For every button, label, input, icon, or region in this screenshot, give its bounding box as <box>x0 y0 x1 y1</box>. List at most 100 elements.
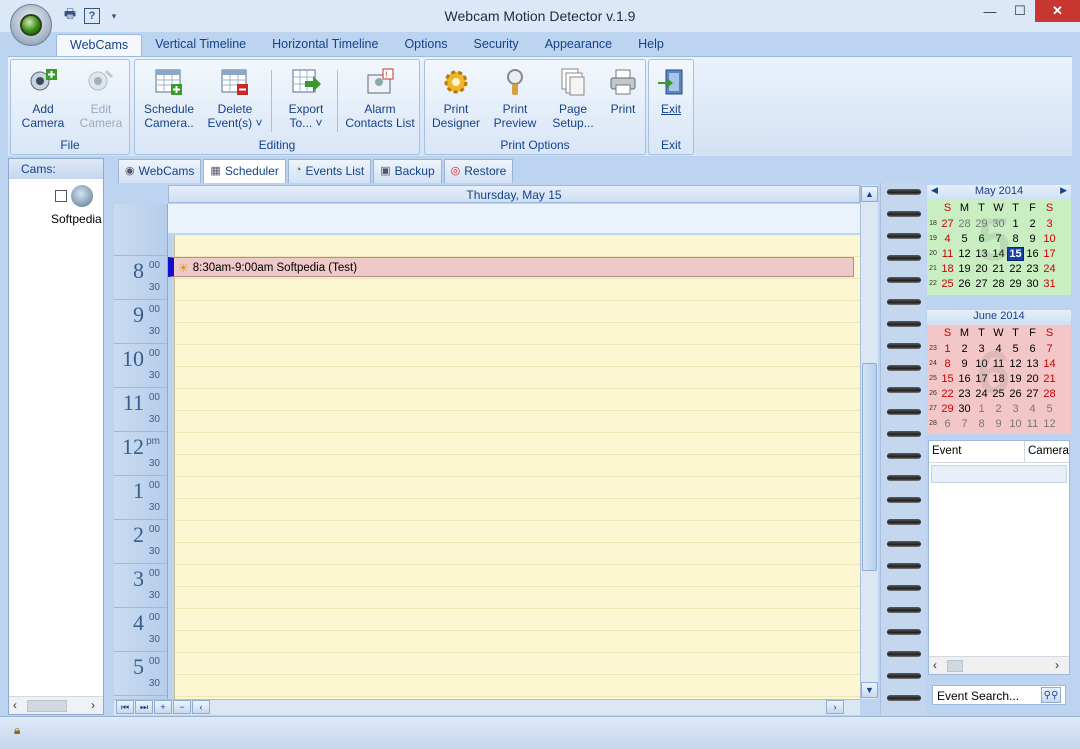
prev-month-icon[interactable]: ◀ <box>931 185 938 196</box>
calendar-day[interactable]: 4 <box>939 233 956 245</box>
camera-name[interactable]: Softpedia <box>51 212 102 226</box>
events-list-row[interactable] <box>931 465 1067 483</box>
app-orb-button[interactable] <box>10 4 52 46</box>
cams-horizontal-scrollbar[interactable]: ‹ › <box>9 696 103 714</box>
next-month-icon[interactable]: ▶ <box>1060 185 1067 196</box>
events-horizontal-scrollbar[interactable]: ‹ › <box>929 656 1069 674</box>
calendar-day[interactable]: 8 <box>973 418 990 430</box>
tab-vertical-timeline[interactable]: Vertical Timeline <box>142 34 259 56</box>
calendar-day[interactable]: 5 <box>1041 403 1058 415</box>
tab-horizontal-timeline[interactable]: Horizontal Timeline <box>259 34 391 56</box>
next-icon[interactable]: ⏭ <box>135 700 153 714</box>
scroll-thumb[interactable] <box>27 700 67 712</box>
schedule-camera-button[interactable]: Schedule Camera.. <box>139 66 199 134</box>
calendar-day[interactable]: 16 <box>956 373 973 385</box>
calendar-day[interactable]: 18 <box>939 263 956 275</box>
scroll-up-icon[interactable]: ▲ <box>861 186 878 202</box>
scroll-right-icon[interactable]: › <box>1055 658 1059 672</box>
calendar-day[interactable]: 23 <box>956 388 973 400</box>
edit-camera-button[interactable]: Edit Camera <box>73 66 129 134</box>
calendar-day[interactable]: 1 <box>973 403 990 415</box>
calendar-day[interactable]: 9 <box>990 418 1007 430</box>
calendar-day[interactable]: 22 <box>939 388 956 400</box>
calendar-day[interactable]: 22 <box>1007 263 1024 275</box>
view-tab-restore[interactable]: ◎ Restore <box>443 159 514 183</box>
calendar-day[interactable]: 5 <box>956 233 973 245</box>
calendar-day[interactable]: 7 <box>956 418 973 430</box>
calendar-day[interactable]: 7 <box>990 233 1007 245</box>
tab-options[interactable]: Options <box>391 34 460 56</box>
scroll-left-icon[interactable]: ‹ <box>13 698 17 712</box>
first-icon[interactable]: ⏮ <box>116 700 134 714</box>
minimize-button[interactable]: — <box>975 0 1005 22</box>
calendar-day[interactable]: 30 <box>1024 278 1041 290</box>
tab-security[interactable]: Security <box>461 34 532 56</box>
calendar-day[interactable]: 29 <box>1007 278 1024 290</box>
print-preview-button[interactable]: Print Preview <box>487 66 543 134</box>
maximize-button[interactable]: ☐ <box>1005 0 1035 22</box>
add-icon[interactable]: + <box>154 700 172 714</box>
calendar-day[interactable]: 24 <box>973 388 990 400</box>
calendar-day[interactable]: 31 <box>1041 278 1058 290</box>
calendar-day[interactable]: 12 <box>1041 418 1058 430</box>
calendar-day[interactable]: 7 <box>1041 343 1058 355</box>
scroll-left-icon[interactable]: ‹ <box>933 658 937 672</box>
calendar-day[interactable]: 27 <box>939 218 956 230</box>
calendar-day[interactable]: 3 <box>973 343 990 355</box>
column-camera[interactable]: Camera <box>1025 441 1069 463</box>
export-button[interactable]: Export To... ˅ <box>277 66 335 134</box>
calendar-day[interactable]: 6 <box>939 418 956 430</box>
calendar-day[interactable]: 10 <box>1041 233 1058 245</box>
calendar-day[interactable]: 28 <box>990 278 1007 290</box>
alarm-contacts-button[interactable]: ! Alarm Contacts List <box>341 66 419 134</box>
scroll-down-icon[interactable]: ▼ <box>861 682 878 698</box>
calendar-day[interactable]: 25 <box>939 278 956 290</box>
print-designer-button[interactable]: Print Designer <box>427 66 485 134</box>
camera-checkbox[interactable] <box>55 190 67 202</box>
calendar-day[interactable]: 8 <box>939 358 956 370</box>
day-time-grid[interactable] <box>174 235 860 699</box>
calendar-day[interactable]: 19 <box>1007 373 1024 385</box>
scheduler-vertical-scrollbar[interactable]: ▲ ▼ <box>860 185 878 699</box>
calendar-day[interactable]: 17 <box>973 373 990 385</box>
calendar-day[interactable]: 27 <box>1024 388 1041 400</box>
calendar-day[interactable]: 26 <box>956 278 973 290</box>
calendar-day[interactable]: 5 <box>1007 343 1024 355</box>
calendar-day[interactable]: 9 <box>956 358 973 370</box>
scroll-right-icon[interactable]: › <box>826 700 844 714</box>
scroll-right-icon[interactable]: › <box>91 698 95 712</box>
calendar-day[interactable]: 13 <box>1024 358 1041 370</box>
calendar-day[interactable]: 19 <box>956 263 973 275</box>
page-setup-button[interactable]: Page Setup... <box>545 66 601 134</box>
calendar-day[interactable]: 27 <box>973 278 990 290</box>
calendar-day[interactable]: 1 <box>939 343 956 355</box>
calendar-day[interactable]: 21 <box>990 263 1007 275</box>
scheduled-event[interactable]: ☀ 8:30am-9:00am Softpedia (Test) <box>168 257 854 277</box>
calendar-day[interactable]: 10 <box>1007 418 1024 430</box>
calendar-day[interactable]: 14 <box>990 248 1007 260</box>
calendar-day[interactable]: 11 <box>939 248 956 260</box>
view-tab-webcams[interactable]: ◉ WebCams <box>118 159 202 183</box>
column-event[interactable]: Event <box>929 441 1025 463</box>
scroll-thumb[interactable] <box>947 660 963 672</box>
calendar-day[interactable]: 25 <box>990 388 1007 400</box>
close-button[interactable]: ✕ <box>1035 0 1080 22</box>
tab-help[interactable]: Help <box>625 34 677 56</box>
calendar-day[interactable]: 14 <box>1041 358 1058 370</box>
exit-button[interactable]: Exit <box>651 66 691 134</box>
calendar-day[interactable]: 6 <box>1024 343 1041 355</box>
scroll-left-icon[interactable]: ‹ <box>192 700 210 714</box>
calendar-day[interactable]: 18 <box>990 373 1007 385</box>
all-day-area[interactable] <box>168 204 860 234</box>
calendar-day[interactable]: 4 <box>990 343 1007 355</box>
calendar-day[interactable]: 3 <box>1007 403 1024 415</box>
calendar-day[interactable]: 2 <box>956 343 973 355</box>
calendar-day[interactable]: 12 <box>1007 358 1024 370</box>
view-tab-events-list[interactable]: ◔ Events List <box>287 159 372 183</box>
calendar-day[interactable]: 20 <box>1024 373 1041 385</box>
calendar-day[interactable]: 20 <box>973 263 990 275</box>
calendar-day[interactable]: 4 <box>1024 403 1041 415</box>
calendar-day[interactable]: 10 <box>973 358 990 370</box>
calendar-day[interactable]: 24 <box>1041 263 1058 275</box>
remove-icon[interactable]: − <box>173 700 191 714</box>
